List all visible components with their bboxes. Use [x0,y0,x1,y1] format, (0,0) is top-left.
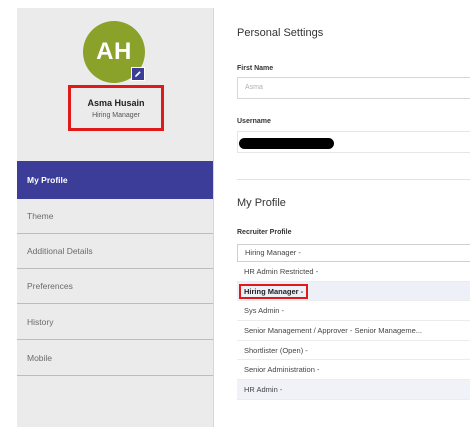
dropdown-option[interactable]: Shortlister (Open) - [237,341,470,361]
selected-option-highlight: Hiring Manager - [239,283,309,299]
dropdown-option[interactable]: HR Admin - [237,380,470,400]
user-role: Hiring Manager [92,111,140,119]
sidebar-item-history[interactable]: History [17,304,213,340]
sidebar: AH Asma Husain Hiring Manager My Profile… [17,8,214,427]
sidebar-item-my-profile[interactable]: My Profile [17,161,213,199]
recruiter-profile-select[interactable]: Hiring Manager - [237,244,470,262]
sidebar-nav: My Profile Theme Additional Details Pref… [17,161,213,376]
dropdown-option[interactable]: Sys Admin - [237,301,470,322]
section-divider [237,179,470,180]
recruiter-profile-dropdown: HR Admin Restricted - Hiring Manager - S… [237,262,470,400]
sidebar-item-additional-details[interactable]: Additional Details [17,234,213,269]
main-content: Personal Settings First Name Asma Userna… [237,0,470,427]
dropdown-option-selected[interactable]: Hiring Manager - [237,281,470,302]
personal-settings-title: Personal Settings [237,27,324,39]
my-profile-title: My Profile [237,197,286,209]
dropdown-option[interactable]: Senior Administration - [237,360,470,381]
recruiter-profile-label: Recruiter Profile [237,229,292,236]
sidebar-item-theme[interactable]: Theme [17,199,213,234]
first-name-field[interactable]: Asma [237,77,470,99]
redacted-username [239,138,334,149]
username-label: Username [237,118,271,125]
sidebar-item-preferences[interactable]: Preferences [17,269,213,304]
edit-avatar-button[interactable] [131,67,145,81]
user-identity-highlight: Asma Husain Hiring Manager [68,85,164,131]
recruiter-profile-selected: Hiring Manager - [245,248,301,257]
first-name-value: Asma [245,84,263,91]
first-name-label: First Name [237,65,274,72]
dropdown-option[interactable]: HR Admin Restricted - [237,262,470,282]
dropdown-option[interactable]: Senior Management / Approver - Senior Ma… [237,321,470,341]
profile-card: AH Asma Husain Hiring Manager [17,8,213,158]
sidebar-item-mobile[interactable]: Mobile [17,340,213,376]
pencil-icon [135,71,141,77]
avatar-initials: AH [96,38,132,65]
user-name: Asma Husain [87,97,145,108]
